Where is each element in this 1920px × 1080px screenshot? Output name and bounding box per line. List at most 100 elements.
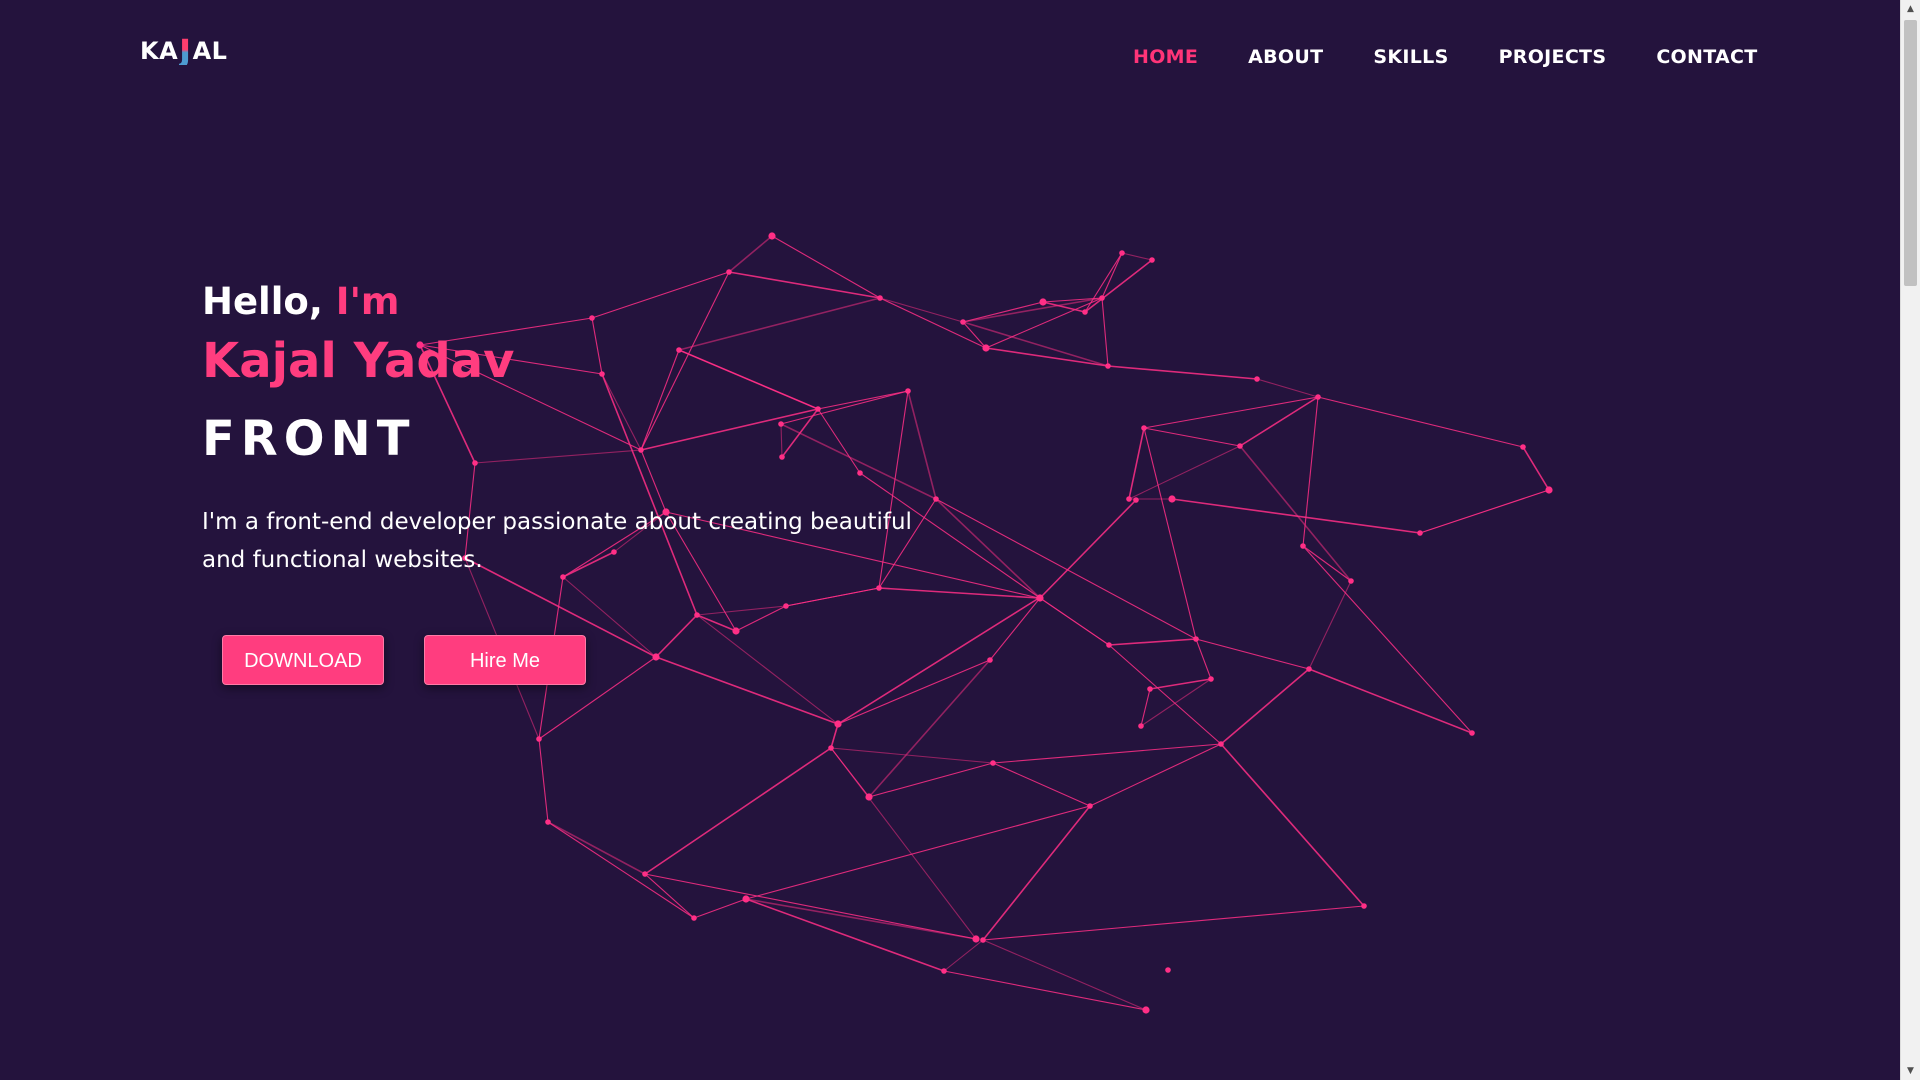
network-edge <box>538 738 549 823</box>
network-node <box>1520 444 1526 450</box>
network-node <box>726 269 732 275</box>
network-edge <box>1195 638 1212 680</box>
network-edge <box>837 597 1040 725</box>
scrollbar-thumb[interactable] <box>1904 20 1917 286</box>
network-node <box>642 871 648 877</box>
network-node <box>1168 495 1176 503</box>
network-edge <box>982 805 1091 941</box>
typing-role-container: FRONT E <box>202 411 437 467</box>
network-node <box>1254 376 1260 382</box>
network-node <box>1348 578 1354 584</box>
network-node <box>1306 666 1312 672</box>
network-edge <box>1039 499 1137 599</box>
network-node <box>1105 363 1111 369</box>
network-node <box>652 653 660 661</box>
network-edge <box>1256 378 1319 398</box>
network-edge <box>837 659 991 725</box>
network-edge <box>830 723 839 749</box>
network-node <box>941 968 947 974</box>
network-node <box>1149 257 1155 263</box>
network-edge <box>1302 545 1473 734</box>
network-edge <box>1121 252 1153 261</box>
network-node <box>980 937 986 943</box>
network-node <box>1082 309 1088 315</box>
network-edge <box>989 597 1041 661</box>
download-button[interactable]: DOWNLOAD <box>222 635 384 685</box>
network-edge <box>1308 580 1352 670</box>
network-edge <box>830 747 977 940</box>
greeting-accent-text: I'm <box>335 280 400 323</box>
network-edge <box>962 297 1103 323</box>
network-node <box>1119 250 1125 256</box>
network-node <box>536 736 542 742</box>
network-node <box>1237 443 1243 449</box>
vertical-scrollbar[interactable]: ▲ ▼ <box>1900 0 1920 1080</box>
nav-item-projects[interactable]: PROJECTS <box>1499 46 1607 68</box>
network-edge <box>985 347 1109 367</box>
network-node <box>1133 497 1139 503</box>
logo-suffix: AL <box>192 37 228 65</box>
nav-item-skills[interactable]: SKILLS <box>1373 46 1448 68</box>
network-edge <box>655 656 839 725</box>
network-node <box>545 819 551 825</box>
network-edge <box>1084 259 1153 313</box>
network-node <box>1036 595 1042 601</box>
brand-logo[interactable]: KA J AL <box>140 32 228 70</box>
network-edge <box>696 605 787 616</box>
network-edge <box>785 587 880 607</box>
network-edge <box>1039 597 1110 646</box>
network-edge <box>1108 638 1197 646</box>
network-edge <box>1171 498 1421 534</box>
hero-description: I'm a front-end developer passionate abo… <box>202 509 912 573</box>
network-edge <box>830 747 994 764</box>
hero-greeting: Hello, I'm <box>202 280 962 323</box>
network-node <box>1218 741 1224 747</box>
network-edge <box>868 659 991 798</box>
network-edge <box>696 614 839 725</box>
network-edge <box>943 939 984 972</box>
network-node <box>865 793 873 801</box>
network-edge <box>935 498 1197 640</box>
network-edge <box>962 301 1044 323</box>
scroll-up-arrow-icon[interactable]: ▲ <box>1901 0 1920 18</box>
network-edge <box>943 970 1147 1011</box>
network-node <box>1039 298 1047 306</box>
network-node <box>694 612 700 618</box>
network-node <box>1315 394 1321 400</box>
network-node <box>768 232 776 240</box>
network-node <box>1361 903 1367 909</box>
network-node <box>828 745 834 751</box>
network-node <box>990 760 996 766</box>
network-edge <box>1522 446 1550 491</box>
network-node <box>1417 530 1423 536</box>
logo-accent-letter: J <box>179 32 192 70</box>
network-node <box>876 585 882 591</box>
network-node <box>1142 1006 1150 1014</box>
network-edge <box>644 747 832 875</box>
network-node <box>691 915 697 921</box>
network-node <box>1147 686 1153 692</box>
logo-prefix: KA <box>140 37 179 65</box>
nav-item-about[interactable]: ABOUT <box>1248 46 1323 68</box>
network-edge <box>644 873 977 940</box>
network-edge <box>1239 445 1352 582</box>
network-edge <box>728 235 773 273</box>
network-edge <box>745 898 977 940</box>
network-edge <box>644 873 695 919</box>
hire-me-button[interactable]: Hire Me <box>424 635 586 685</box>
page: KA J AL HOME ABOUT SKILLS PROJECTS CONTA… <box>0 0 1920 1080</box>
network-edge <box>962 321 1109 367</box>
nav-item-contact[interactable]: CONTACT <box>1656 46 1757 68</box>
network-edge <box>985 297 1103 349</box>
network-node <box>742 895 750 903</box>
nav-item-home[interactable]: HOME <box>1133 46 1198 68</box>
network-node <box>1141 425 1147 431</box>
network-edge <box>982 939 1147 1011</box>
network-edge <box>1140 678 1212 727</box>
network-edge <box>547 821 695 919</box>
network-node <box>1300 543 1306 549</box>
network-edge <box>1302 396 1319 547</box>
scroll-down-arrow-icon[interactable]: ▼ <box>1901 1062 1920 1080</box>
network-node <box>972 935 980 943</box>
network-edge <box>1149 678 1212 690</box>
